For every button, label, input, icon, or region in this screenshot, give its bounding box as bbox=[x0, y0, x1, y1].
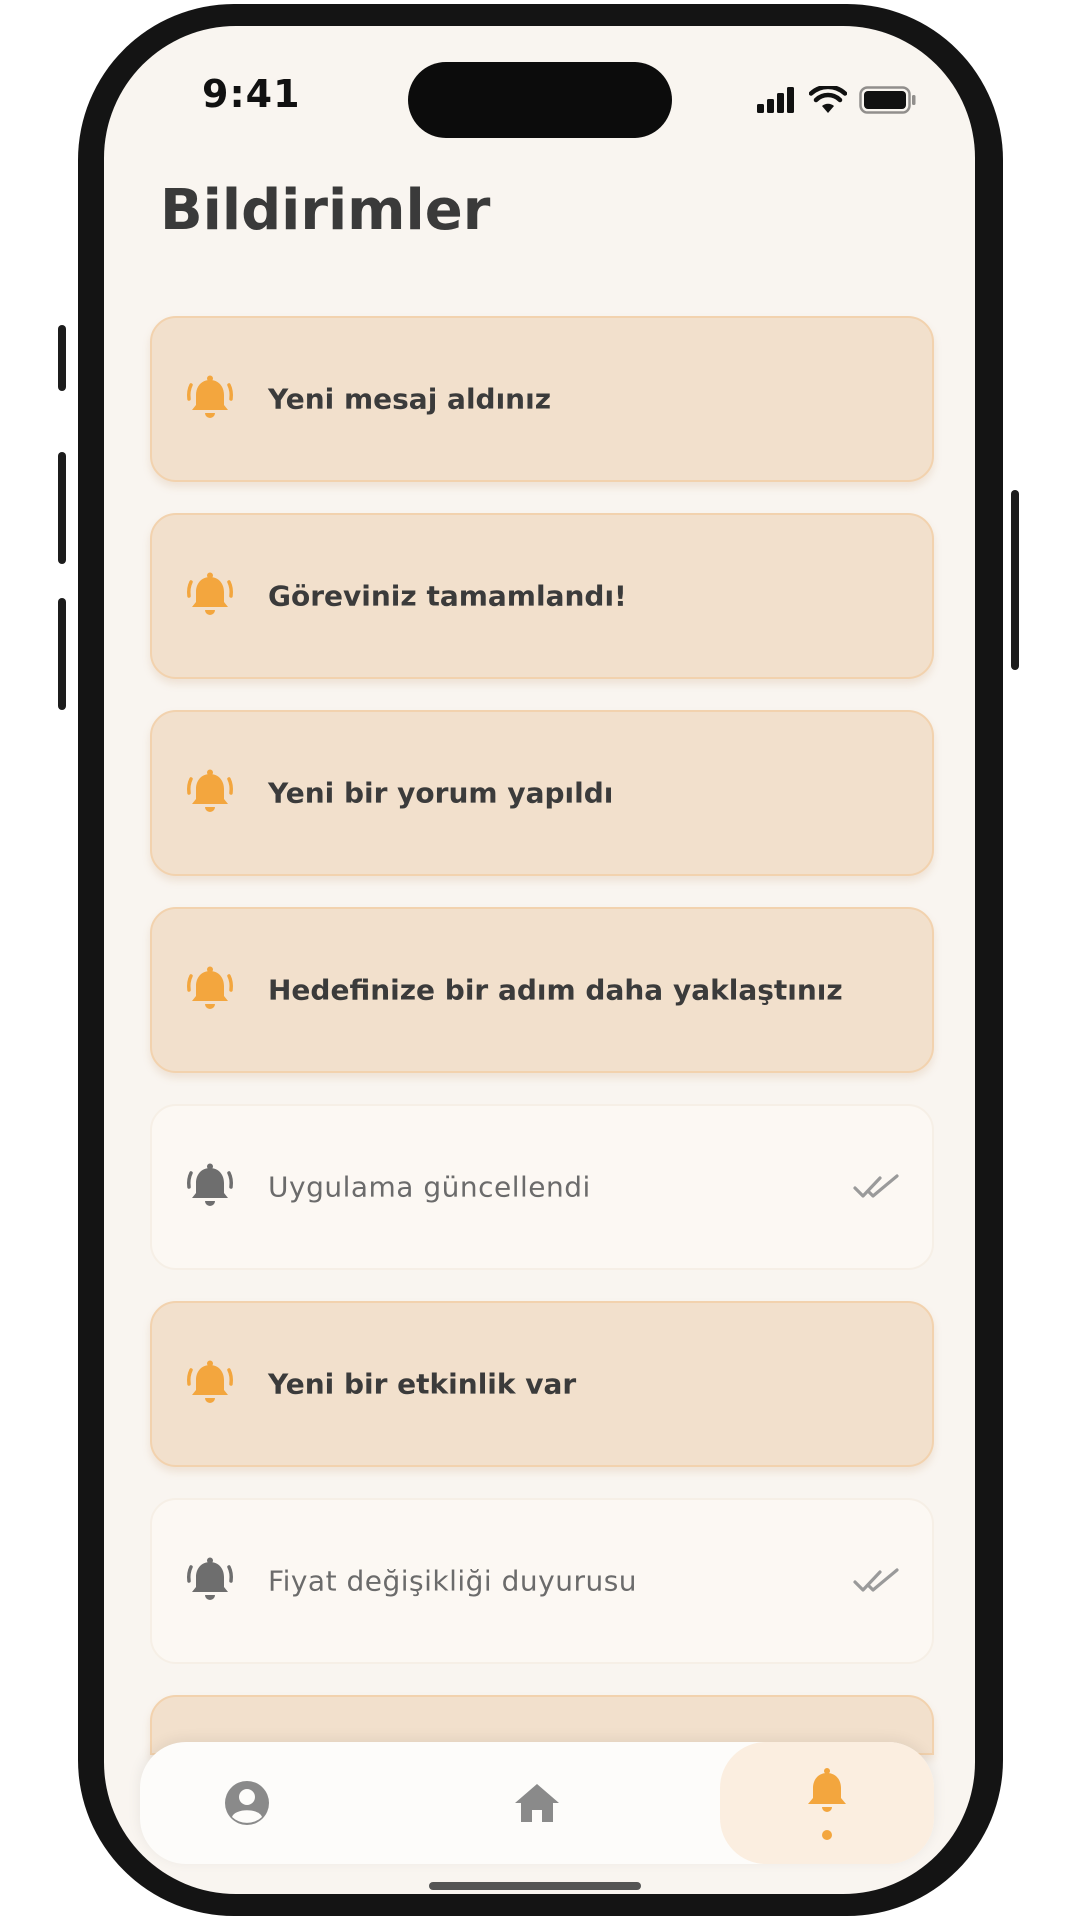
notification-card[interactable]: Yeni bir etkinlik var bbox=[150, 1301, 934, 1467]
notification-text: Hedefinize bir adım daha yaklaştınız bbox=[268, 973, 843, 1007]
bell-ringing-icon bbox=[187, 966, 233, 1009]
notification-text: Yeni bir yorum yapıldı bbox=[268, 776, 614, 810]
action-button bbox=[58, 325, 66, 391]
double-check-icon bbox=[853, 1174, 899, 1198]
status-bar: 9:41 bbox=[104, 26, 975, 166]
bell-ringing-icon bbox=[187, 1163, 233, 1206]
tab-profile[interactable] bbox=[140, 1742, 354, 1864]
home-icon bbox=[515, 1784, 559, 1822]
status-icons bbox=[757, 80, 917, 120]
power-button bbox=[1011, 490, 1019, 670]
bell-ringing-icon bbox=[187, 1360, 233, 1403]
battery-icon bbox=[859, 86, 916, 114]
bell-icon bbox=[808, 1768, 846, 1812]
notification-card-read[interactable]: Uygulama güncellendi bbox=[150, 1104, 934, 1270]
notification-text: Fiyat değişikliği duyurusu bbox=[268, 1564, 638, 1598]
page-title: Bildirimler bbox=[160, 178, 491, 243]
home-indicator bbox=[429, 1882, 641, 1890]
user-circle-icon bbox=[225, 1781, 269, 1825]
tab-home[interactable] bbox=[430, 1742, 644, 1864]
notification-card[interactable]: Göreviniz tamamlandı! bbox=[150, 513, 934, 679]
bell-ringing-icon bbox=[187, 1557, 233, 1600]
active-indicator-dot bbox=[822, 1830, 832, 1840]
wifi-icon bbox=[809, 86, 847, 113]
tab-notifications[interactable] bbox=[720, 1742, 934, 1864]
notification-text: Göreviniz tamamlandı! bbox=[268, 579, 627, 613]
notification-list: Yeni mesaj aldınız Göreviniz tamamlandı!… bbox=[150, 316, 934, 1786]
notification-text: Uygulama güncellendi bbox=[268, 1170, 591, 1204]
notification-card[interactable]: Yeni bir yorum yapıldı bbox=[150, 710, 934, 876]
bell-ringing-icon bbox=[187, 375, 233, 418]
dynamic-island bbox=[408, 62, 672, 138]
status-time: 9:41 bbox=[202, 72, 301, 116]
bell-ringing-icon bbox=[187, 572, 233, 615]
notification-card[interactable]: Hedefinize bir adım daha yaklaştınız bbox=[150, 907, 934, 1073]
notification-card-read[interactable]: Fiyat değişikliği duyurusu bbox=[150, 1498, 934, 1664]
tab-bar bbox=[140, 1742, 934, 1864]
double-check-icon bbox=[853, 1568, 899, 1592]
cellular-signal-icon bbox=[757, 87, 794, 113]
bell-ringing-icon bbox=[187, 769, 233, 812]
volume-down-button bbox=[58, 598, 66, 710]
notification-text: Yeni mesaj aldınız bbox=[268, 382, 552, 416]
notification-card[interactable]: Yeni mesaj aldınız bbox=[150, 316, 934, 482]
volume-up-button bbox=[58, 452, 66, 564]
app-screen: 9:41 Bildirimler Yeni mesaj aldınız Göre… bbox=[104, 26, 975, 1894]
notification-text: Yeni bir etkinlik var bbox=[268, 1367, 577, 1401]
